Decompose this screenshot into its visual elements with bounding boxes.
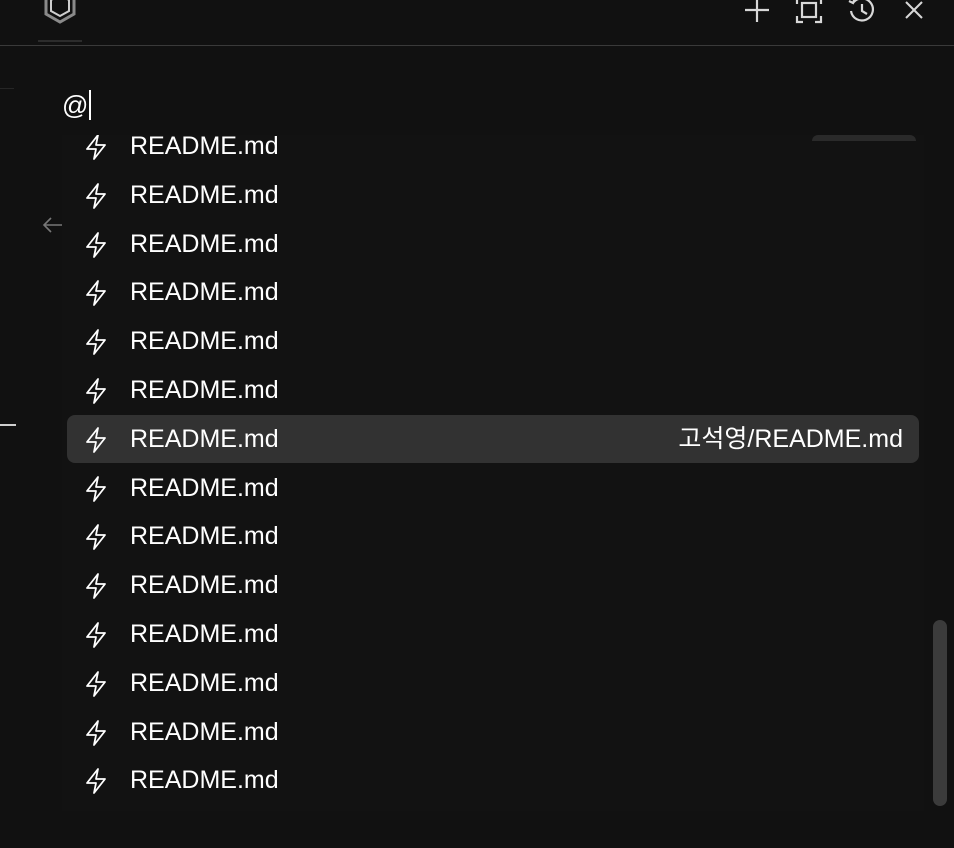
- mention-item[interactable]: README.md: [67, 610, 919, 658]
- mention-item[interactable]: README.md: [67, 512, 919, 560]
- mention-item[interactable]: README.md: [67, 220, 919, 268]
- bolt-icon: [86, 280, 106, 307]
- mention-item[interactable]: README.md: [67, 561, 919, 609]
- mention-item[interactable]: README.md: [67, 317, 919, 365]
- mention-item-label: README.md: [130, 180, 279, 209]
- mention-item-label: README.md: [130, 229, 279, 258]
- mention-item-label: README.md: [130, 571, 279, 600]
- mention-item-path: 고석영/README.md: [678, 424, 903, 453]
- hexagon-logo-icon: [44, 0, 76, 24]
- mention-item[interactable]: README.md: [67, 708, 919, 756]
- mention-item-label: README.md: [130, 135, 279, 160]
- back-arrow-icon[interactable]: [40, 214, 64, 236]
- mention-item-label: README.md: [130, 717, 279, 746]
- history-icon: [848, 0, 874, 22]
- bolt-icon: [86, 622, 106, 648]
- new-button[interactable]: [739, 0, 775, 28]
- mention-item[interactable]: README.md: [67, 464, 919, 512]
- mention-item-label: README.md: [130, 522, 279, 551]
- text-caret: [89, 90, 92, 120]
- mention-item-label: README.md: [130, 327, 279, 356]
- mention-item[interactable]: README.md: [67, 268, 919, 316]
- panel-divider: [0, 88, 14, 89]
- bolt-icon: [86, 670, 106, 697]
- mention-item-label: README.md: [130, 424, 279, 453]
- bolt-icon: [86, 231, 106, 258]
- top-bar: [0, 0, 954, 46]
- mention-item[interactable]: README.md: [67, 756, 919, 804]
- mention-item-label: README.md: [130, 473, 279, 502]
- close-icon: [905, 1, 923, 19]
- bolt-icon: [86, 182, 106, 209]
- mention-item[interactable]: README.md 고석영/README.md: [67, 414, 919, 463]
- mention-item[interactable]: README.md: [67, 366, 919, 414]
- mention-input-value[interactable]: @: [62, 90, 92, 120]
- mention-item-label: README.md: [130, 766, 279, 795]
- maximize-icon: [795, 0, 823, 24]
- expand-button[interactable]: [791, 0, 827, 28]
- bolt-icon: [86, 768, 106, 795]
- bolt-icon: [86, 573, 106, 600]
- bolt-icon: [86, 475, 106, 502]
- history-button[interactable]: [844, 0, 880, 28]
- mention-input[interactable]: @: [60, 82, 920, 126]
- close-button[interactable]: [896, 0, 932, 28]
- mention-suggestion-list: README.md README.md README.md README.md READ…: [62, 135, 924, 811]
- mention-item[interactable]: README.md: [67, 135, 919, 170]
- bolt-icon: [86, 426, 106, 453]
- mention-item[interactable]: README.md: [67, 659, 919, 707]
- bolt-icon: [86, 378, 106, 404]
- plus-icon: [745, 0, 769, 22]
- mention-item-label: README.md: [130, 668, 279, 697]
- bolt-icon: [86, 135, 106, 160]
- mention-item[interactable]: README.md: [67, 171, 919, 219]
- active-tab-indicator: [38, 40, 82, 42]
- mention-item-label: README.md: [130, 620, 279, 648]
- scrollbar-thumb[interactable]: [933, 620, 947, 806]
- bolt-icon: [86, 329, 106, 356]
- bolt-icon: [86, 719, 106, 746]
- mention-item-label: README.md: [130, 278, 279, 307]
- mention-item-label: README.md: [130, 376, 279, 404]
- bolt-icon: [86, 524, 106, 551]
- sidebar-marker: [0, 424, 16, 426]
